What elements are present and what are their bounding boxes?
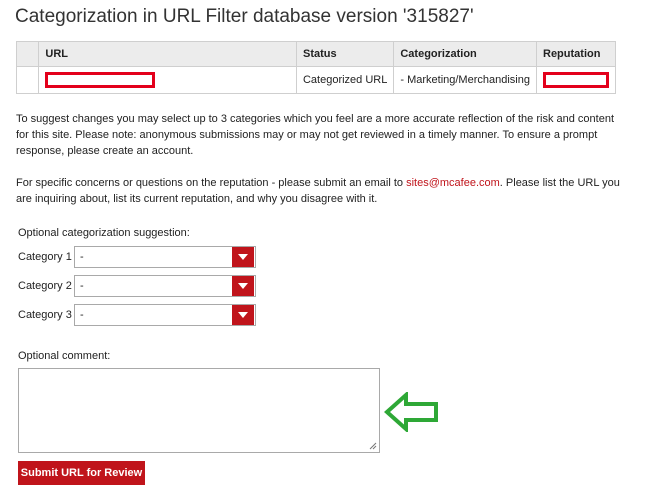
category-1-value: -	[80, 251, 84, 263]
header-categorization: Categorization	[393, 41, 537, 67]
concerns-text-before: For specific concerns or questions on th…	[16, 177, 407, 189]
header-reputation: Reputation	[536, 41, 616, 67]
category-3-value: -	[80, 309, 84, 321]
category-3-row: Category 3 -	[18, 304, 256, 326]
category-2-label: Category 2	[18, 280, 72, 292]
category-2-value: -	[80, 280, 84, 292]
url-cell	[38, 66, 297, 94]
row-blank-cell	[15, 66, 40, 94]
header-blank	[15, 41, 40, 67]
reputation-cell	[536, 66, 616, 94]
table-row: Categorized URL - Marketing/Merchandisin…	[15, 66, 616, 94]
chevron-down-icon[interactable]	[232, 276, 254, 296]
reputation-redaction	[543, 72, 609, 88]
email-link[interactable]: sites@mcafee.com	[406, 177, 500, 189]
arrow-left-outline-icon	[384, 392, 438, 432]
category-3-select[interactable]: -	[74, 304, 256, 326]
reputation-concerns: For specific concerns or questions on th…	[16, 175, 626, 207]
category-2-select[interactable]: -	[74, 275, 256, 297]
comment-label: Optional comment:	[18, 350, 111, 362]
page-title: Categorization in URL Filter database ve…	[15, 6, 474, 27]
chevron-down-icon[interactable]	[232, 305, 254, 325]
results-table: URL Status Categorization Reputation Cat…	[15, 41, 616, 94]
header-status: Status	[295, 41, 395, 67]
table-header-row: URL Status Categorization Reputation	[15, 41, 616, 67]
category-1-row: Category 1 -	[18, 246, 256, 268]
category-1-select[interactable]: -	[74, 246, 256, 268]
resize-grip-icon[interactable]	[369, 442, 377, 450]
category-2-row: Category 2 -	[18, 275, 256, 297]
header-url: URL	[38, 41, 297, 67]
suggest-instructions: To suggest changes you may select up to …	[16, 113, 615, 157]
comment-textarea[interactable]	[18, 368, 380, 453]
url-redaction	[45, 72, 156, 88]
chevron-down-icon[interactable]	[232, 247, 254, 267]
category-1-label: Category 1	[18, 251, 72, 263]
categorization-cell: - Marketing/Merchandising	[393, 66, 537, 94]
category-3-label: Category 3	[18, 309, 72, 321]
submit-url-button[interactable]: Submit URL for Review	[18, 461, 145, 485]
categorization-suggestion-label: Optional categorization suggestion:	[18, 227, 190, 239]
status-cell: Categorized URL	[295, 66, 395, 94]
